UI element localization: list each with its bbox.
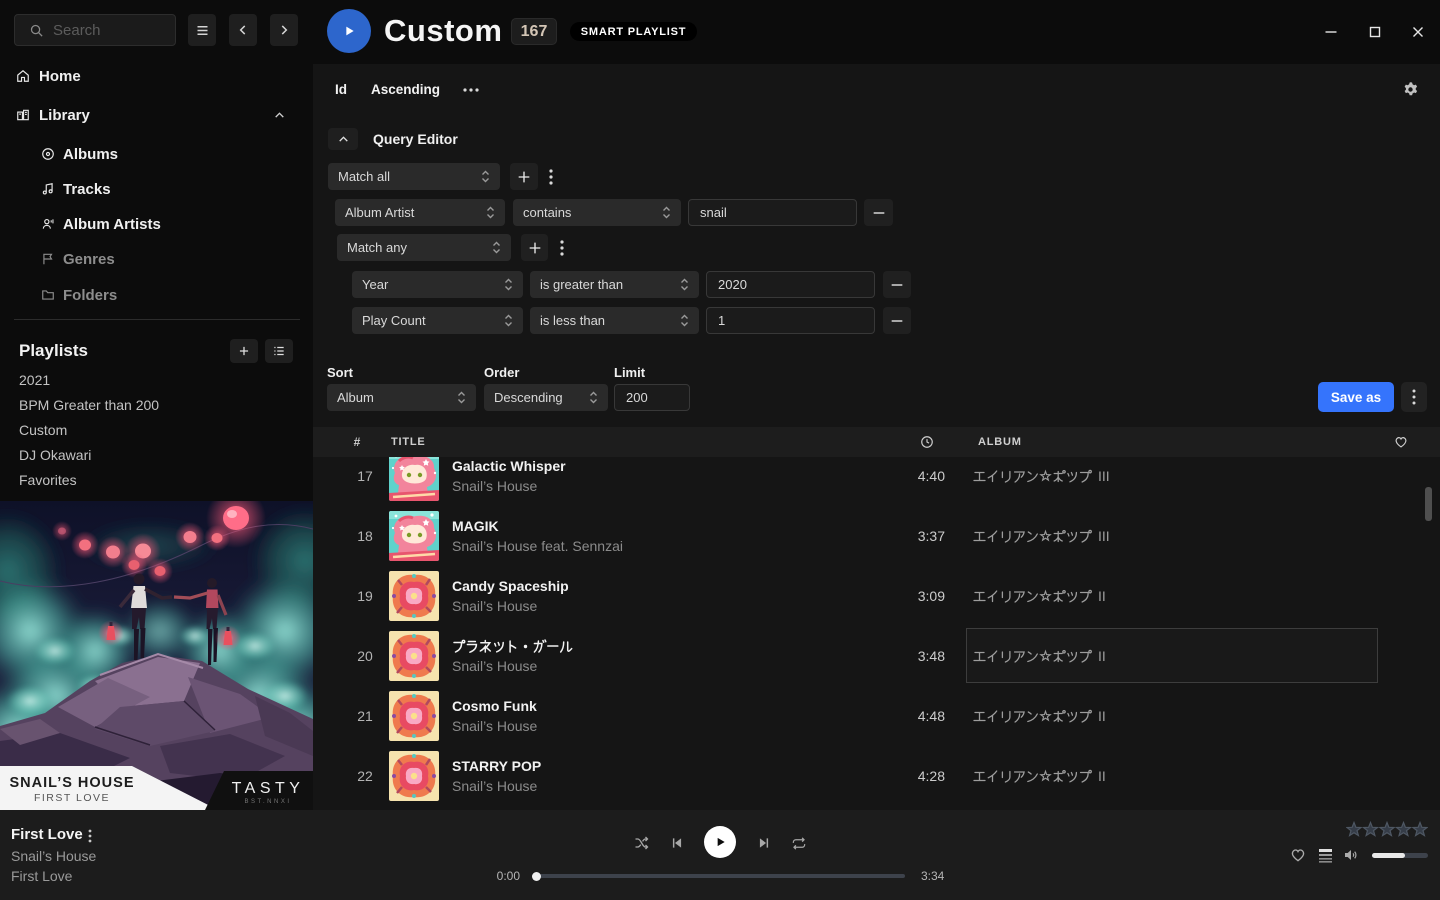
svg-text:BST.NNXI: BST.NNXI [244,799,291,805]
svg-text:SNAIL’S HOUSE: SNAIL’S HOUSE [10,775,135,791]
svg-text:FIRST LOVE: FIRST LOVE [34,792,110,804]
svg-text:TASTY: TASTY [232,780,305,797]
